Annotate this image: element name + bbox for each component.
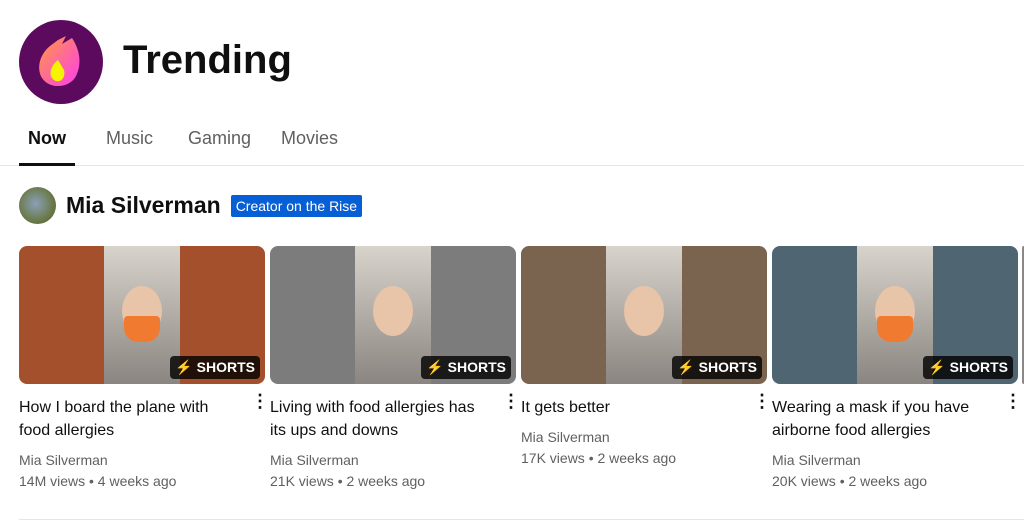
video-card[interactable]: ⚡ SHORTS ⋮ It gets better Mia Silverman … [521,246,771,469]
page-title: Trending [123,38,292,82]
shorts-badge: ⚡ SHORTS [170,356,260,379]
shorts-badge: ⚡ SHORTS [421,356,511,379]
shorts-icon: ⚡ [677,359,695,375]
creator-name[interactable]: Mia Silverman [66,192,221,219]
video-meta: 20K views • 2 weeks ago [772,473,928,489]
video-title[interactable]: It gets better [521,396,741,419]
face [624,286,664,336]
video-thumbnail[interactable]: ⚡ SHORTS [270,246,516,384]
video-meta: 17K views • 2 weeks ago [521,450,677,466]
active-tab-indicator [19,163,75,166]
tab-music[interactable]: Music [106,128,153,149]
shorts-badge: ⚡ SHORTS [923,356,1013,379]
channel-name[interactable]: Mia Silverman [521,427,767,447]
thumbnail-image [857,246,933,384]
channel-name[interactable]: Mia Silverman [772,450,1018,470]
more-options-icon[interactable]: ⋮ [753,392,771,410]
trending-logo [19,20,103,104]
video-title[interactable]: Living with food allergies has its ups a… [270,396,490,442]
avatar[interactable] [19,187,56,224]
more-options-icon[interactable]: ⋮ [251,392,269,410]
shorts-icon: ⚡ [175,359,193,375]
more-options-icon[interactable]: ⋮ [502,392,520,410]
video-meta: 21K views • 2 weeks ago [270,473,426,489]
video-meta: 14M views • 4 weeks ago [19,473,177,489]
mask [877,316,913,342]
video-thumbnail[interactable]: ⚡ SHORTS [772,246,1018,384]
trending-flame-icon [39,36,80,87]
tab-gaming[interactable]: Gaming [188,128,251,149]
channel-name[interactable]: Mia Silverman [270,450,516,470]
tab-movies[interactable]: Movies [281,128,338,149]
video-title[interactable]: Wearing a mask if you have airborne food… [772,396,992,442]
tab-bar: Now Music Gaming Movies [0,120,1024,166]
channel-name[interactable]: Mia Silverman [19,450,265,470]
video-title[interactable]: How I board the plane with food allergie… [19,396,239,442]
creator-badge: Creator on the Rise [230,194,363,217]
creator-header: Mia Silverman Creator on the Rise [19,187,363,224]
shorts-icon: ⚡ [928,359,946,375]
divider [19,519,1024,520]
face [373,286,413,336]
shorts-badge: ⚡ SHORTS [672,356,762,379]
video-thumbnail[interactable]: ⚡ SHORTS [19,246,265,384]
thumbnail-image [606,246,682,384]
tab-now[interactable]: Now [28,128,66,149]
video-thumbnail[interactable]: ⚡ SHORTS [521,246,767,384]
video-card[interactable]: ⚡ SHORTS ⋮ How I board the plane with fo… [19,246,269,492]
mask [124,316,160,342]
video-card[interactable]: ⚡ SHORTS ⋮ Living with food allergies ha… [270,246,520,492]
more-options-icon[interactable]: ⋮ [1004,392,1022,410]
shorts-icon: ⚡ [426,359,444,375]
video-card[interactable]: ⚡ SHORTS ⋮ Wearing a mask if you have ai… [772,246,1022,492]
thumbnail-image [355,246,431,384]
thumbnail-image [104,246,180,384]
